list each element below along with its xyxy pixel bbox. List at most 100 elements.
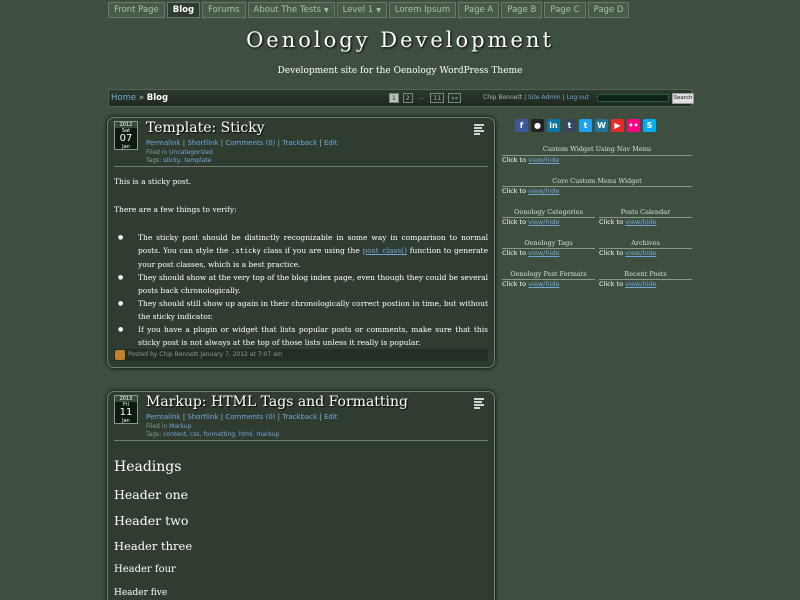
date-day: 11 bbox=[119, 407, 133, 418]
github-icon[interactable]: ● bbox=[531, 119, 544, 132]
post-tags: Tags: content, css, formatting, html, ma… bbox=[146, 431, 280, 438]
post-title[interactable]: Markup: HTML Tags and Formatting bbox=[146, 394, 408, 410]
category-link[interactable]: Markup bbox=[169, 423, 191, 430]
linkedin-icon[interactable]: in bbox=[547, 119, 560, 132]
widget-title-post-formats: Oenology Post Formats bbox=[510, 270, 587, 278]
list-item: They should still show up again in their… bbox=[118, 297, 488, 323]
tag-link[interactable]: html bbox=[239, 431, 253, 438]
view-hide-link[interactable]: view/hide bbox=[528, 187, 559, 195]
heading-h2: Header two bbox=[114, 513, 189, 528]
post-link-comments[interactable]: Comments (0) bbox=[225, 413, 275, 421]
page-link[interactable]: 1 bbox=[389, 93, 399, 103]
social-icons: f ● in t t W ▶ •• S bbox=[515, 119, 656, 132]
nav-tab-blog[interactable]: Blog bbox=[166, 2, 201, 18]
post-date-box: 2013 Fri 11 Jan bbox=[114, 395, 138, 424]
widget-toggle: Click to view/hide bbox=[502, 218, 560, 226]
post-markup: 2013 Fri 11 Jan Markup: HTML Tags and Fo… bbox=[107, 391, 495, 600]
view-hide-link[interactable]: view/hide bbox=[625, 280, 656, 288]
post-paragraph: This is a sticky post. bbox=[114, 177, 192, 186]
post-tags: Tags: sticky, template bbox=[146, 157, 212, 164]
post-link-permalink[interactable]: Permalink bbox=[146, 413, 181, 421]
category-link[interactable]: Uncategorized bbox=[169, 149, 212, 156]
tag-link[interactable]: markup bbox=[256, 431, 279, 438]
widget-title-core-menu: Core Custom Menu Widget bbox=[552, 177, 642, 185]
widget-title-categories: Oenology Categories bbox=[514, 208, 583, 216]
filed-label: Filed in bbox=[146, 149, 168, 156]
widget-title-custom-nav: Custom Widget Using Nav Menu bbox=[542, 145, 652, 153]
post-date-box: 2012 Sat 07 Jan bbox=[114, 121, 138, 150]
widget-toggle: Click to view/hide bbox=[599, 218, 657, 226]
page-link[interactable]: »» bbox=[448, 93, 462, 103]
view-hide-link[interactable]: view/hide bbox=[528, 156, 559, 164]
nav-tab-forums[interactable]: Forums bbox=[202, 2, 246, 18]
widget-toggle: Click to view/hide bbox=[502, 156, 560, 164]
post-link-shortlink[interactable]: Shortlink bbox=[187, 413, 218, 421]
search-button[interactable]: Search bbox=[672, 93, 694, 104]
wordpress-icon[interactable]: W bbox=[595, 119, 608, 132]
tag-link[interactable]: css bbox=[190, 431, 200, 438]
heading-h1: Header one bbox=[114, 487, 189, 502]
code-sticky: .sticky bbox=[231, 247, 261, 255]
view-hide-link[interactable]: view/hide bbox=[625, 218, 656, 226]
skype-icon[interactable]: S bbox=[643, 119, 656, 132]
caret-down-icon: ▼ bbox=[324, 7, 329, 14]
pagination: 1 2... 11»» bbox=[389, 93, 462, 103]
view-hide-link[interactable]: view/hide bbox=[528, 218, 559, 226]
date-day: 07 bbox=[119, 133, 133, 144]
post-footer: Posted by Chip Bennett January 7, 2012 a… bbox=[114, 349, 488, 361]
post-filed-in: Filed in Uncategorized bbox=[146, 149, 213, 156]
nav-tab-front-page[interactable]: Front Page bbox=[108, 2, 165, 18]
post-title[interactable]: Template: Sticky bbox=[146, 120, 265, 136]
widget-title-archives: Archives bbox=[631, 239, 660, 247]
post-links: Permalink | Shortlink | Comments (0) | T… bbox=[146, 139, 338, 147]
logout-link[interactable]: Log out bbox=[566, 94, 588, 101]
widget-toggle: Click to view/hide bbox=[502, 249, 560, 257]
post-link-edit[interactable]: Edit bbox=[324, 413, 338, 421]
tags-label: Tags: bbox=[146, 157, 162, 164]
post-link-trackback[interactable]: Trackback bbox=[282, 413, 317, 421]
tumblr-icon[interactable]: t bbox=[563, 119, 576, 132]
search-input[interactable] bbox=[597, 94, 669, 102]
nav-tab-page-c[interactable]: Page C bbox=[544, 2, 586, 18]
page-link: ... bbox=[418, 94, 425, 101]
post-link-edit[interactable]: Edit bbox=[324, 139, 338, 147]
breadcrumb-home-link[interactable]: Home bbox=[111, 93, 136, 103]
breadcrumb-separator: » bbox=[138, 93, 145, 103]
nav-tab-page-a[interactable]: Page A bbox=[458, 2, 500, 18]
twitter-icon[interactable]: t bbox=[579, 119, 592, 132]
view-hide-link[interactable]: view/hide bbox=[528, 249, 559, 257]
post-link-shortlink[interactable]: Shortlink bbox=[187, 139, 218, 147]
tag-link[interactable]: sticky bbox=[163, 157, 180, 164]
post-menu-icon[interactable] bbox=[474, 124, 484, 135]
site-title[interactable]: Oenology Development bbox=[0, 28, 800, 52]
nav-tab-page-b[interactable]: Page B bbox=[501, 2, 543, 18]
user-name: Chip Bennett bbox=[483, 94, 523, 101]
nav-tab-level-1[interactable]: Level 1 ▼ bbox=[336, 2, 387, 18]
site-admin-link[interactable]: Site Admin bbox=[528, 94, 561, 101]
tag-link[interactable]: formatting bbox=[203, 431, 235, 438]
tag-link[interactable]: content bbox=[163, 431, 186, 438]
post-class-link[interactable]: post_class() bbox=[362, 246, 407, 255]
view-hide-link[interactable]: view/hide bbox=[528, 280, 559, 288]
nav-tab-lorem-ipsum[interactable]: Lorem Ipsum bbox=[388, 2, 457, 18]
post-link-trackback[interactable]: Trackback bbox=[282, 139, 317, 147]
view-hide-link[interactable]: view/hide bbox=[625, 249, 656, 257]
nav-tab-about-the-tests[interactable]: About The Tests ▼ bbox=[247, 2, 335, 18]
post-list: The sticky post should be distinctly rec… bbox=[118, 231, 488, 349]
facebook-icon[interactable]: f bbox=[515, 119, 528, 132]
post-menu-icon[interactable] bbox=[474, 398, 484, 409]
post-link-permalink[interactable]: Permalink bbox=[146, 139, 181, 147]
post-link-comments[interactable]: Comments (0) bbox=[225, 139, 275, 147]
nav-tab-page-d[interactable]: Page D bbox=[587, 2, 630, 18]
heading-headings: Headings bbox=[114, 459, 182, 475]
youtube-icon[interactable]: ▶ bbox=[611, 119, 624, 132]
widget-title-recent-posts: Recent Posts bbox=[624, 270, 667, 278]
top-navigation: Front Page Blog Forums About The Tests ▼ Leve… bbox=[108, 2, 630, 18]
post-footer-text: Posted by Chip Bennett January 7, 2012 a… bbox=[128, 351, 283, 358]
breadcrumb-current: Blog bbox=[146, 93, 169, 103]
tag-link[interactable]: template bbox=[184, 157, 211, 164]
page-link[interactable]: 2 bbox=[402, 93, 413, 103]
post-sticky: 2012 Sat 07 Jan Template: Sticky Permali… bbox=[107, 117, 495, 368]
page-link[interactable]: 11 bbox=[430, 93, 445, 103]
flickr-icon[interactable]: •• bbox=[627, 119, 640, 132]
